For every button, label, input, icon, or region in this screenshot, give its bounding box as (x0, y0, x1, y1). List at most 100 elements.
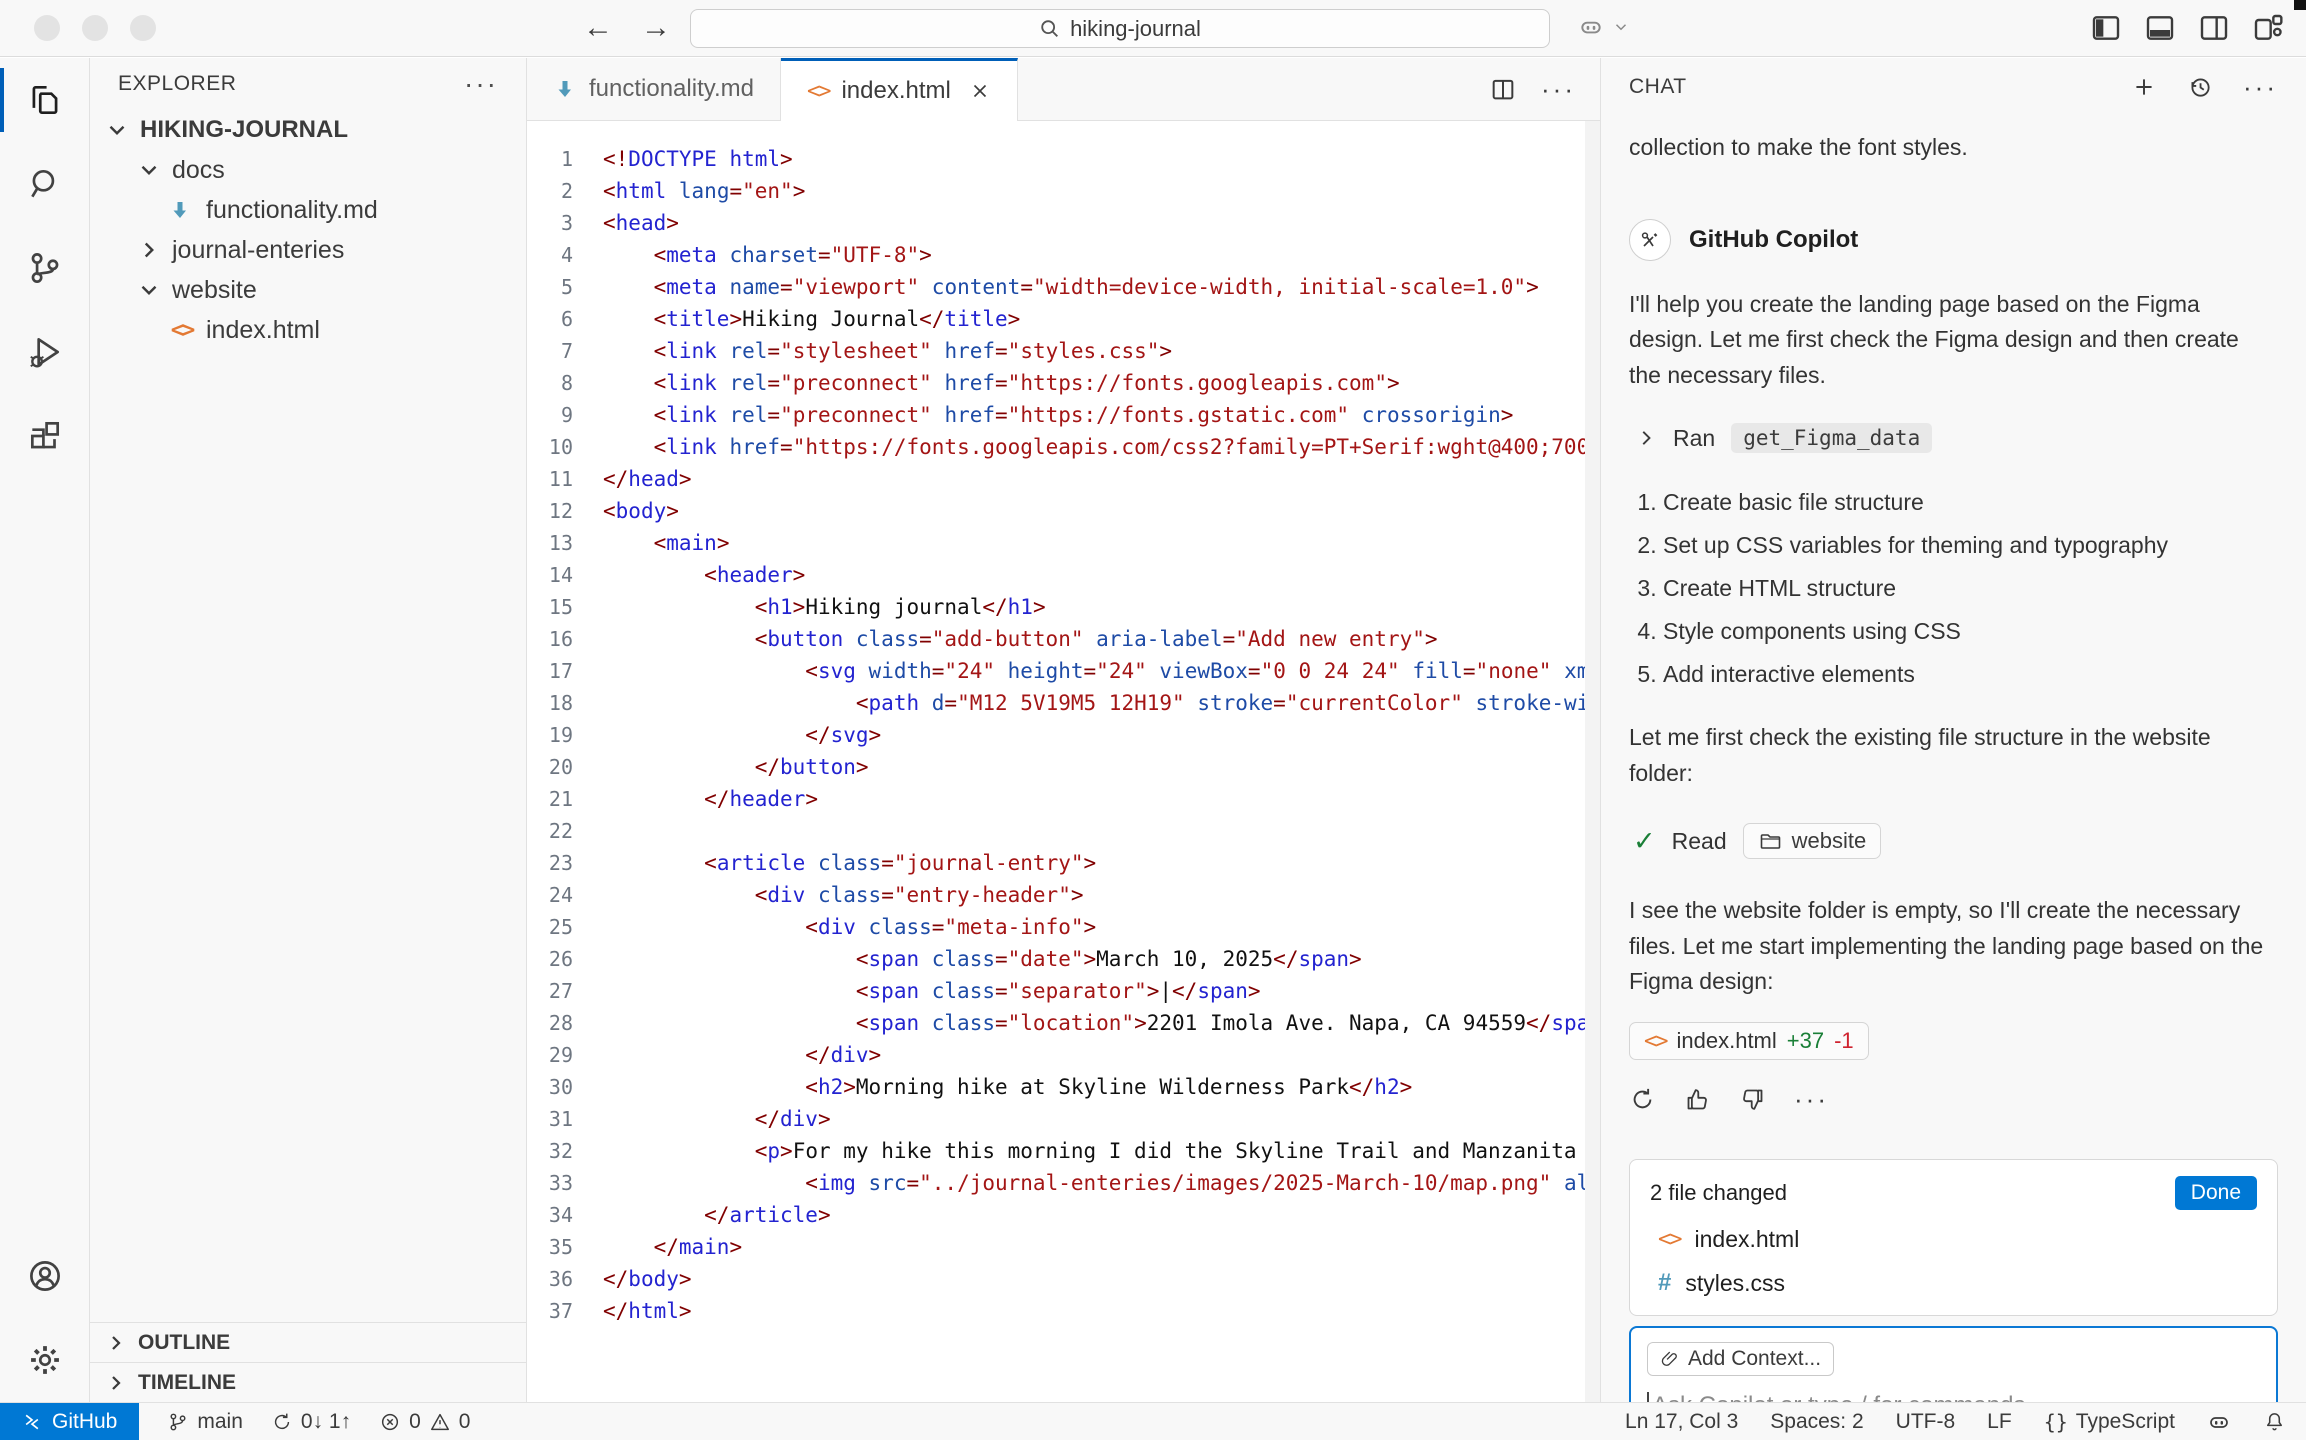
code-line[interactable]: 2<html lang="en"> (527, 175, 1600, 207)
code-line[interactable]: 33 <img src="../journal-enteries/images/… (527, 1167, 1600, 1199)
chat-input-box[interactable]: Add Context... Ask Copilot or type / for… (1629, 1326, 2278, 1402)
toggle-secondary-sidebar-icon[interactable] (2198, 12, 2230, 44)
notifications-bell[interactable] (2263, 1410, 2286, 1433)
tree-item-journal-enteries[interactable]: journal-enteries (90, 230, 526, 270)
code-line[interactable]: 6 <title>Hiking Journal</title> (527, 303, 1600, 335)
forward-icon[interactable]: → (641, 13, 671, 43)
accounts-button[interactable] (0, 1234, 90, 1318)
regenerate-icon[interactable] (1629, 1086, 1656, 1113)
indentation-indicator[interactable]: Spaces: 2 (1770, 1410, 1863, 1434)
tree-item-index-html[interactable]: <>index.html (90, 310, 526, 350)
activity-source-control[interactable] (0, 226, 90, 310)
activity-run-debug[interactable] (0, 310, 90, 394)
code-line[interactable]: 24 <div class="entry-header"> (527, 879, 1600, 911)
code-line[interactable]: 28 <span class="location">2201 Imola Ave… (527, 1007, 1600, 1039)
code-line[interactable]: 5 <meta name="viewport" content="width=d… (527, 271, 1600, 303)
feedback-more-icon[interactable]: ··· (1794, 1084, 1829, 1115)
code-line[interactable]: 27 <span class="separator">|</span> (527, 975, 1600, 1007)
thumbs-down-icon[interactable] (1739, 1086, 1766, 1113)
code-line[interactable]: 35 </main> (527, 1231, 1600, 1263)
code-line[interactable]: 13 <main> (527, 527, 1600, 559)
code-editor[interactable]: 1<!DOCTYPE html>2<html lang="en">3<head>… (527, 121, 1600, 1402)
code-line[interactable]: 12<body> (527, 495, 1600, 527)
settings-button[interactable] (0, 1318, 90, 1402)
cursor-position[interactable]: Ln 17, Col 3 (1625, 1410, 1738, 1434)
add-context-button[interactable]: Add Context... (1647, 1342, 1834, 1376)
code-line[interactable]: 30 <h2>Morning hike at Skyline Wildernes… (527, 1071, 1600, 1103)
code-line[interactable]: 4 <meta charset="UTF-8"> (527, 239, 1600, 271)
tree-item-website[interactable]: website (90, 270, 526, 310)
code-line[interactable]: 18 <path d="M12 5V19M5 12H19" stroke="cu… (527, 687, 1600, 719)
new-chat-icon[interactable] (2131, 74, 2157, 100)
code-line[interactable]: 17 <svg width="24" height="24" viewBox="… (527, 655, 1600, 687)
activity-extensions[interactable] (0, 394, 90, 478)
back-icon[interactable]: ← (583, 13, 613, 43)
zoom-window-button[interactable] (130, 15, 156, 41)
code-line[interactable]: 21 </header> (527, 783, 1600, 815)
editor-more-actions-icon[interactable]: ··· (1541, 74, 1576, 105)
chat-scroll-area[interactable]: collection to make the font styles. GitH… (1601, 116, 2306, 1402)
tree-item-functionality-md[interactable]: functionality.md (90, 190, 526, 230)
chat-input-field[interactable]: Ask Copilot or type / for commands (1647, 1392, 2260, 1402)
tab-functionality-md[interactable]: functionality.md (527, 58, 781, 120)
code-line[interactable]: 34 </article> (527, 1199, 1600, 1231)
code-line[interactable]: 7 <link rel="stylesheet" href="styles.cs… (527, 335, 1600, 367)
copilot-status[interactable] (2207, 1410, 2231, 1434)
code-line[interactable]: 36</body> (527, 1263, 1600, 1295)
changed-file-index-html[interactable]: <>index.html (1650, 1226, 2257, 1253)
minimize-window-button[interactable] (82, 15, 108, 41)
language-mode[interactable]: {} TypeScript (2044, 1410, 2175, 1434)
website-folder-chip[interactable]: website (1743, 823, 1882, 859)
code-line[interactable]: 10 <link href="https://fonts.googleapis.… (527, 431, 1600, 463)
code-line[interactable]: 31 </div> (527, 1103, 1600, 1135)
changed-file-styles-css[interactable]: #styles.css (1650, 1269, 2257, 1297)
tab-index-html[interactable]: <> index.html (781, 58, 1018, 121)
chat-history-icon[interactable] (2187, 74, 2213, 100)
sync-indicator[interactable]: 0↓ 1↑ (271, 1410, 351, 1434)
tool-run-row[interactable]: Ran get_Figma_data (1629, 423, 2278, 453)
code-line[interactable]: 15 <h1>Hiking journal</h1> (527, 591, 1600, 623)
code-line[interactable]: 26 <span class="date">March 10, 2025</sp… (527, 943, 1600, 975)
customize-layout-icon[interactable] (2252, 12, 2284, 44)
close-tab-icon[interactable] (969, 80, 991, 102)
copilot-menu[interactable] (1578, 14, 1630, 40)
code-line[interactable]: 9 <link rel="preconnect" href="https://f… (527, 399, 1600, 431)
encoding-indicator[interactable]: UTF-8 (1896, 1410, 1956, 1434)
tree-item-hiking-journal[interactable]: HIKING-JOURNAL (90, 110, 526, 150)
activity-search[interactable] (0, 142, 90, 226)
code-line[interactable]: 25 <div class="meta-info"> (527, 911, 1600, 943)
code-line[interactable]: 37</html> (527, 1295, 1600, 1327)
problems-indicator[interactable]: 0 0 (379, 1410, 470, 1434)
explorer-more-actions-icon[interactable]: ··· (464, 68, 498, 100)
code-line[interactable]: 1<!DOCTYPE html> (527, 143, 1600, 175)
code-line[interactable]: 16 <button class="add-button" aria-label… (527, 623, 1600, 655)
editor-scrollbar[interactable] (1585, 121, 1600, 1402)
toggle-panel-icon[interactable] (2144, 12, 2176, 44)
changed-file-chip[interactable]: <> index.html +37 -1 (1629, 1022, 1869, 1060)
branch-indicator[interactable]: main (167, 1410, 243, 1434)
tree-item-docs[interactable]: docs (90, 150, 526, 190)
thumbs-up-icon[interactable] (1684, 1086, 1711, 1113)
done-button[interactable]: Done (2175, 1176, 2257, 1210)
remote-indicator[interactable]: GitHub (0, 1403, 139, 1440)
outline-section[interactable]: OUTLINE (90, 1322, 526, 1362)
traffic-lights[interactable] (34, 15, 156, 41)
code-line[interactable]: 11</head> (527, 463, 1600, 495)
code-line[interactable]: 8 <link rel="preconnect" href="https://f… (527, 367, 1600, 399)
timeline-section[interactable]: TIMELINE (90, 1362, 526, 1402)
command-center-search[interactable]: hiking-journal (690, 9, 1550, 48)
eol-indicator[interactable]: LF (1987, 1410, 2012, 1434)
close-window-button[interactable] (34, 15, 60, 41)
code-line[interactable]: 32 <p>For my hike this morning I did the… (527, 1135, 1600, 1167)
code-line[interactable]: 20 </button> (527, 751, 1600, 783)
split-editor-icon[interactable] (1489, 75, 1517, 103)
code-line[interactable]: 22 (527, 815, 1600, 847)
code-line[interactable]: 29 </div> (527, 1039, 1600, 1071)
code-line[interactable]: 3<head> (527, 207, 1600, 239)
toggle-primary-sidebar-icon[interactable] (2090, 12, 2122, 44)
activity-explorer[interactable] (0, 58, 90, 142)
chat-more-actions-icon[interactable]: ··· (2243, 72, 2278, 103)
code-line[interactable]: 23 <article class="journal-entry"> (527, 847, 1600, 879)
code-line[interactable]: 19 </svg> (527, 719, 1600, 751)
code-line[interactable]: 14 <header> (527, 559, 1600, 591)
